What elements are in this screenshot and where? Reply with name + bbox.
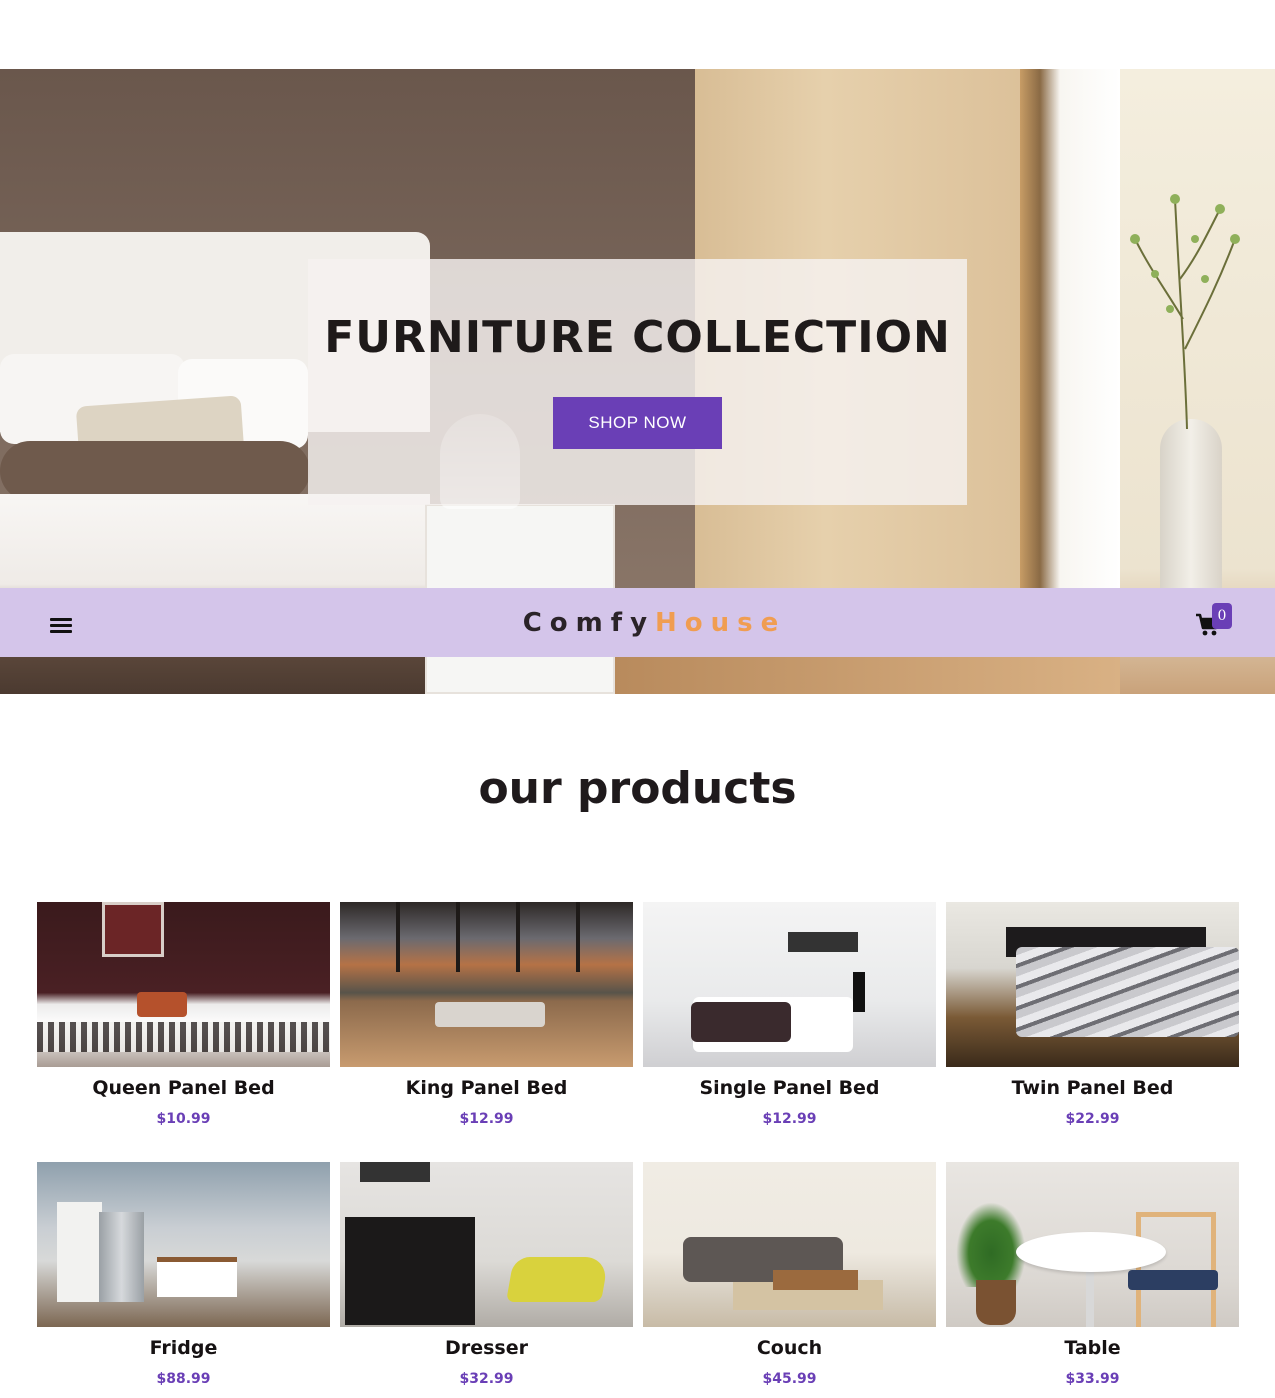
product-card[interactable]: Queen Panel Bed $10.99 xyxy=(37,902,330,1127)
product-price: $22.99 xyxy=(1065,1111,1120,1127)
product-grid: Queen Panel Bed $10.99 King Panel Bed $1… xyxy=(37,902,1239,1387)
cart-count-badge: 0 xyxy=(1211,602,1232,629)
product-name: Table xyxy=(1064,1337,1121,1359)
product-card[interactable]: Couch $45.99 xyxy=(643,1162,936,1387)
product-image[interactable] xyxy=(946,902,1239,1067)
product-card[interactable]: Twin Panel Bed $22.99 xyxy=(946,902,1239,1127)
shop-now-button[interactable]: SHOP NOW xyxy=(553,397,722,449)
product-name: Dresser xyxy=(445,1337,528,1359)
product-image[interactable] xyxy=(643,902,936,1067)
product-price: $10.99 xyxy=(156,1111,211,1127)
product-name: Queen Panel Bed xyxy=(92,1077,275,1099)
product-name: Twin Panel Bed xyxy=(1011,1077,1174,1099)
product-name: King Panel Bed xyxy=(405,1077,568,1099)
product-price: $32.99 xyxy=(459,1371,514,1387)
hamburger-menu-icon[interactable] xyxy=(50,616,74,636)
product-card[interactable]: Fridge $88.99 xyxy=(37,1162,330,1387)
cart-button[interactable]: 0 xyxy=(1195,602,1235,643)
product-image[interactable] xyxy=(643,1162,936,1327)
product-name: Couch xyxy=(756,1337,823,1359)
product-price: $12.99 xyxy=(762,1111,817,1127)
navbar: ComfyHouse 0 xyxy=(0,588,1275,657)
hero-title: FURNITURE COLLECTION xyxy=(324,312,951,363)
product-price: $33.99 xyxy=(1065,1371,1120,1387)
product-name: Single Panel Bed xyxy=(699,1077,880,1099)
hero-banner: FURNITURE COLLECTION SHOP NOW xyxy=(308,259,967,505)
product-image[interactable] xyxy=(340,1162,633,1327)
product-card[interactable]: Dresser $32.99 xyxy=(340,1162,633,1387)
product-image[interactable] xyxy=(946,1162,1239,1327)
logo-text-house: House xyxy=(655,607,787,638)
products-section-title: our products xyxy=(478,763,797,814)
hero-plant xyxy=(1130,194,1240,429)
product-name: Fridge xyxy=(149,1337,218,1359)
product-image[interactable] xyxy=(340,902,633,1067)
product-price: $88.99 xyxy=(156,1371,211,1387)
product-card[interactable]: Table $33.99 xyxy=(946,1162,1239,1387)
product-card[interactable]: King Panel Bed $12.99 xyxy=(340,902,633,1127)
site-logo[interactable]: ComfyHouse xyxy=(523,608,787,638)
product-price: $45.99 xyxy=(762,1371,817,1387)
product-image[interactable] xyxy=(37,902,330,1067)
product-card[interactable]: Single Panel Bed $12.99 xyxy=(643,902,936,1127)
logo-text-comfy: Comfy xyxy=(522,607,656,638)
product-price: $12.99 xyxy=(459,1111,514,1127)
product-image[interactable] xyxy=(37,1162,330,1327)
